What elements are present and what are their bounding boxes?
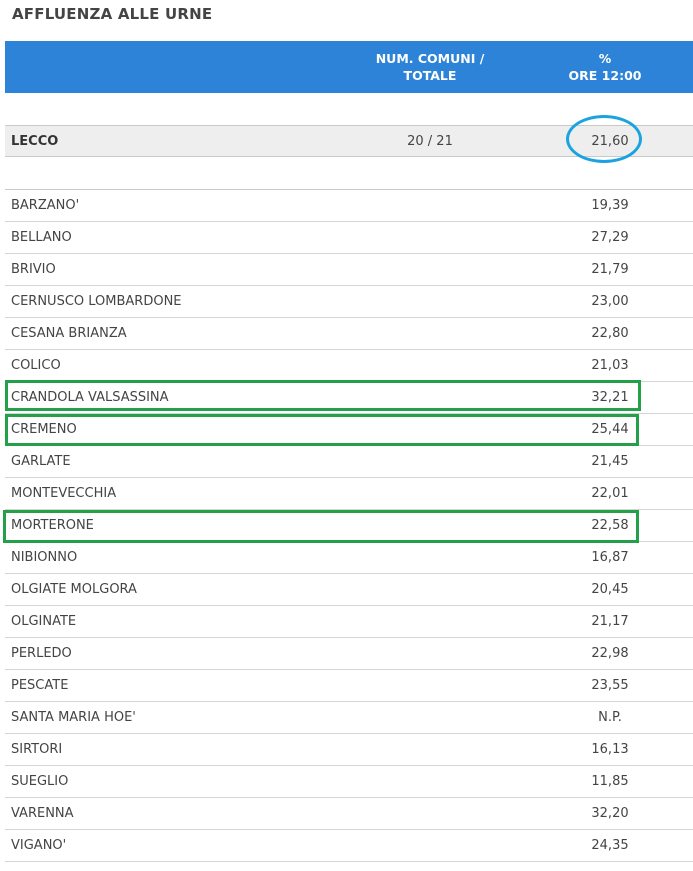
row-name: NIBIONNO	[11, 550, 78, 565]
row-name: CREMENO	[11, 422, 77, 437]
table-row: GARLATE 21,45	[5, 446, 693, 478]
row-name: BARZANO'	[11, 198, 80, 213]
table-row: VARENNA 32,20	[5, 798, 693, 830]
total-value: 21,60	[591, 134, 629, 149]
row-name: SIRTORI	[11, 742, 63, 757]
row-name: COLICO	[11, 358, 61, 373]
row-name: OLGIATE MOLGORA	[11, 582, 137, 597]
column-header-percent: % ORE 12:00	[568, 51, 642, 83]
row-name: VIGANO'	[11, 838, 67, 853]
table-row: BRIVIO 21,79	[5, 254, 693, 286]
municipality-list: BARZANO' 19,39 BELLANO 27,29 BRIVIO 21,79 C…	[5, 190, 693, 862]
row-name: CRANDOLA VALSASSINA	[11, 390, 169, 405]
table-row: CRANDOLA VALSASSINA 32,21	[5, 382, 693, 414]
table-row: PESCATE 23,55	[5, 670, 693, 702]
table-row: BARZANO' 19,39	[5, 190, 693, 222]
row-value: 22,58	[591, 518, 629, 533]
row-value: 23,55	[591, 678, 629, 693]
row-name: PERLEDO	[11, 646, 72, 661]
row-name: CESANA BRIANZA	[11, 326, 127, 341]
row-name: CERNUSCO LOMBARDONE	[11, 294, 182, 309]
table-row: BELLANO 27,29	[5, 222, 693, 254]
row-name: OLGINATE	[11, 614, 77, 629]
row-value: 32,20	[591, 806, 629, 821]
table-row: SIRTORI 16,13	[5, 734, 693, 766]
row-value: 23,00	[591, 294, 629, 309]
row-value: 21,45	[591, 454, 629, 469]
table-row: CREMENO 25,44	[5, 414, 693, 446]
row-value: 20,45	[591, 582, 629, 597]
row-name: SANTA MARIA HOE'	[11, 710, 136, 725]
row-name: PESCATE	[11, 678, 69, 693]
row-value: 16,87	[591, 550, 629, 565]
row-value: 32,21	[591, 390, 629, 405]
row-name: BRIVIO	[11, 262, 56, 277]
column-header-num-comuni: NUM. COMUNI / TOTALE	[375, 51, 485, 83]
row-value: 22,98	[591, 646, 629, 661]
table-row: SANTA MARIA HOE' N.P.	[5, 702, 693, 734]
table-row: COLICO 21,03	[5, 350, 693, 382]
table-row: OLGINATE 21,17	[5, 606, 693, 638]
row-name: MONTEVECCHIA	[11, 486, 117, 501]
total-row: LECCO 20 / 21 21,60	[5, 125, 693, 157]
table-row: CESANA BRIANZA 22,80	[5, 318, 693, 350]
row-value: 21,79	[591, 262, 629, 277]
total-name: LECCO	[11, 134, 59, 149]
table-row: MONTEVECCHIA 22,01	[5, 478, 693, 510]
row-value: 25,44	[591, 422, 629, 437]
total-count: 20 / 21	[407, 134, 453, 149]
row-value: 21,17	[591, 614, 629, 629]
row-value: 21,03	[591, 358, 629, 373]
row-value: 27,29	[591, 230, 629, 245]
row-value: 22,01	[591, 486, 629, 501]
table-row: SUEGLIO 11,85	[5, 766, 693, 798]
row-value: 11,85	[591, 774, 629, 789]
row-value: 22,80	[591, 326, 629, 341]
row-name: MORTERONE	[11, 518, 94, 533]
row-value: 24,35	[591, 838, 629, 853]
row-value: 19,39	[591, 198, 629, 213]
row-name: VARENNA	[11, 806, 74, 821]
page-title: AFFLUENZA ALLE URNE	[12, 5, 213, 23]
table-row: VIGANO' 24,35	[5, 830, 693, 862]
row-name: SUEGLIO	[11, 774, 69, 789]
table-header: NUM. COMUNI / TOTALE % ORE 12:00	[5, 41, 693, 93]
row-value: 16,13	[591, 742, 629, 757]
table-row: OLGIATE MOLGORA 20,45	[5, 574, 693, 606]
table-row: CERNUSCO LOMBARDONE 23,00	[5, 286, 693, 318]
row-name: GARLATE	[11, 454, 71, 469]
table-row: MORTERONE 22,58	[5, 510, 693, 542]
row-value: N.P.	[598, 710, 622, 725]
table-row: NIBIONNO 16,87	[5, 542, 693, 574]
table-row: PERLEDO 22,98	[5, 638, 693, 670]
row-name: BELLANO	[11, 230, 72, 245]
